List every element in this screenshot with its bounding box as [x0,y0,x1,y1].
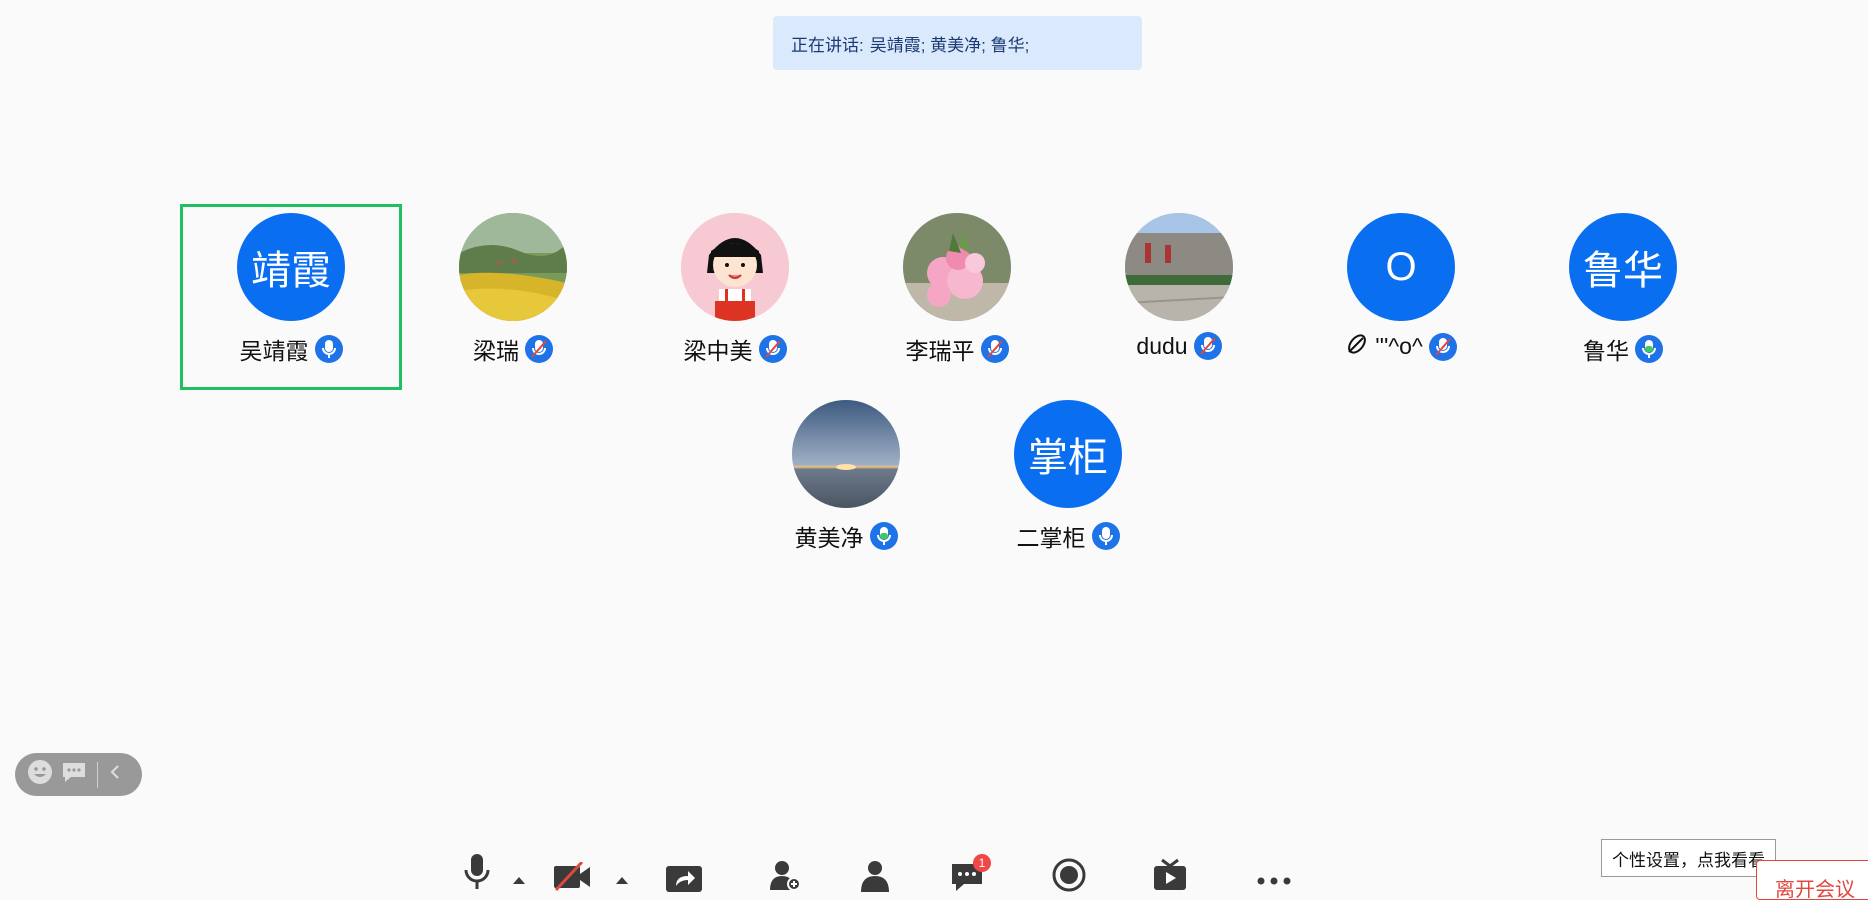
speaking-label: 正在讲话: [791,35,864,55]
meeting-toolbar: 1 [450,852,1300,892]
avatar [681,213,789,321]
participant-name: '''^o^ [1375,333,1423,359]
avatar: 鲁华 [1569,213,1677,321]
collapse-chevron-icon[interactable] [108,763,122,786]
floating-tools-pill [15,753,142,796]
participant-name: 黄美净 [794,525,864,551]
invite-user-icon[interactable] [768,858,802,897]
emoji-icon[interactable] [27,759,53,790]
avatar [1125,213,1233,321]
mic-on-icon [1091,522,1120,550]
live-stream-icon[interactable] [1152,858,1188,897]
camera-options-caret-icon[interactable] [615,872,629,890]
microphone-icon[interactable] [462,852,492,897]
participant-tile[interactable]: dudu [1068,204,1290,390]
participant-tile[interactable]: 李瑞平 [846,204,1068,390]
participant-tile[interactable]: 黄美净 [735,391,957,577]
speaking-banner: 正在讲话: 吴靖霞; 黄美净; 鲁华; [773,16,1142,70]
participant-tile[interactable]: 梁中美 [624,204,846,390]
record-icon[interactable] [1052,858,1086,897]
mic-muted-icon [980,335,1009,363]
avatar: O [1347,213,1455,321]
chat-bubble-icon[interactable] [61,760,87,789]
participant-name: 梁瑞 [473,338,519,364]
participant-tile[interactable]: O '''^o^ [1290,204,1512,390]
speaking-names: 吴靖霞; 黄美净; 鲁华; [869,35,1030,55]
mic-speaking-icon [869,522,898,550]
participant-name: 梁中美 [683,338,753,364]
participant-name: 鲁华 [1583,338,1629,364]
avatar: 掌柜 [1014,400,1122,508]
mic-on-icon [314,335,343,363]
participant-name: 吴靖霞 [239,338,309,364]
participant-name: 李瑞平 [905,338,975,364]
mic-muted-icon [1428,332,1457,361]
leave-meeting-button[interactable]: 离开会议 [1756,860,1868,900]
avatar [903,213,1011,321]
avatar: 靖霞 [237,213,345,321]
mic-speaking-icon [1635,335,1663,363]
mic-muted-icon [1193,332,1222,360]
chat-unread-badge: 1 [973,854,991,872]
mic-muted-icon [758,335,787,363]
participant-tile[interactable]: 鲁华 鲁华 [1512,204,1734,390]
avatar [459,213,567,321]
participants-icon[interactable] [858,858,892,897]
avatar [792,400,900,508]
personalize-settings-tooltip[interactable]: 个性设置，点我看看 [1601,839,1776,877]
mic-muted-icon [525,335,553,363]
participant-tile[interactable]: 掌柜 二掌柜 [957,391,1179,577]
participant-name: 二掌柜 [1016,525,1086,551]
participant-tile[interactable]: 梁瑞 [402,204,624,390]
divider [97,761,98,788]
more-icon[interactable] [1256,872,1292,890]
participant-name: dudu [1136,332,1188,359]
camera-off-icon[interactable] [552,860,592,897]
leaf-icon [1345,332,1369,361]
mic-options-caret-icon[interactable] [512,872,526,890]
participant-tile-active[interactable]: 靖霞 吴靖霞 [180,204,402,390]
share-screen-icon[interactable] [664,864,704,899]
